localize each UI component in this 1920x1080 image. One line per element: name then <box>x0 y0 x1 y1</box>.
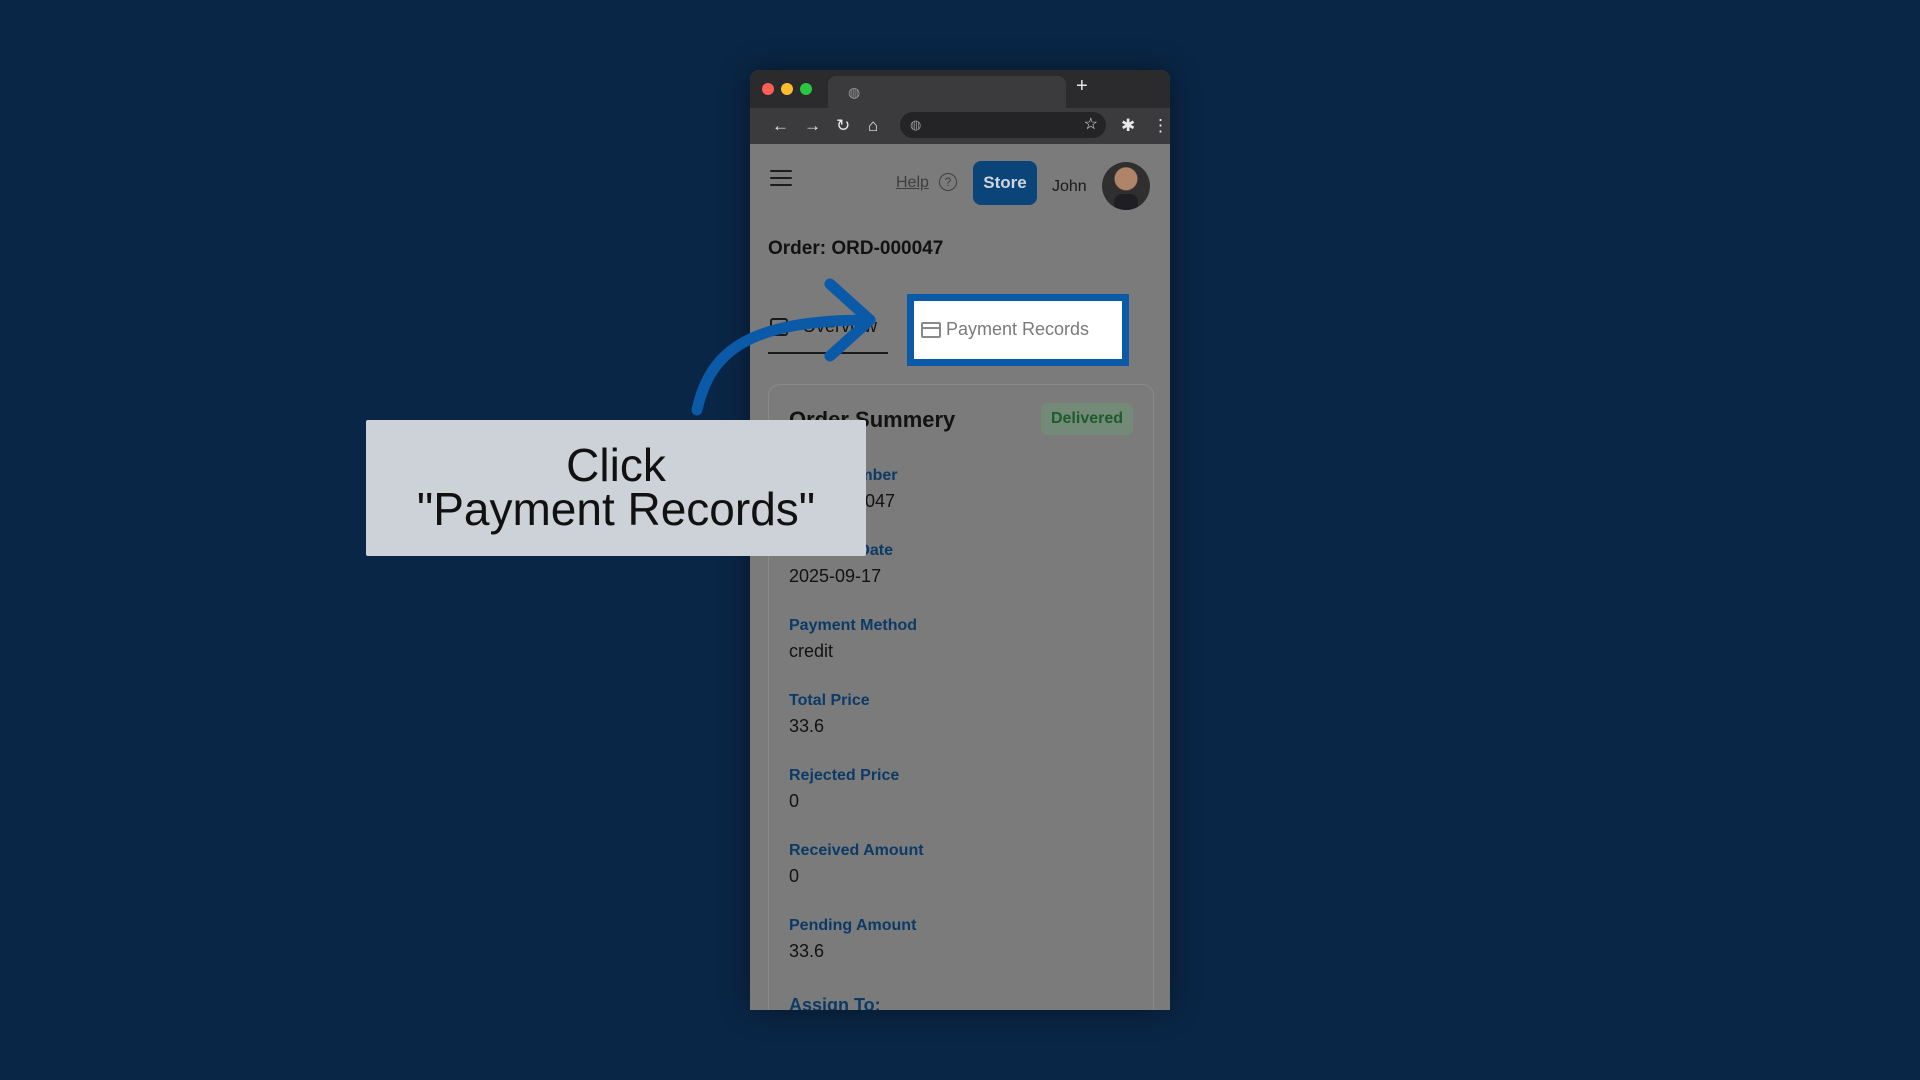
field-value: 2025-09-17 <box>789 566 882 586</box>
home-icon[interactable]: ⌂ <box>868 114 878 138</box>
bookmark-star-icon[interactable]: ☆ <box>1084 114 1098 134</box>
callout-line-1: Click <box>566 439 666 491</box>
tab-payment-records[interactable]: Payment Records <box>907 294 1129 366</box>
minimize-window-button[interactable] <box>781 83 793 95</box>
reload-icon[interactable]: ↻ <box>836 114 850 138</box>
hamburger-menu-icon[interactable] <box>770 170 792 191</box>
field-value: credit <box>789 641 834 661</box>
instruction-callout: Click "Payment Records" <box>366 420 866 556</box>
extensions-icon[interactable]: ✱ <box>1121 114 1135 138</box>
tab-payment-records-label: Payment Records <box>946 319 1090 339</box>
address-bar[interactable]: ◍ ☆ <box>900 112 1106 138</box>
help-link[interactable]: Help <box>896 174 929 192</box>
help-icon[interactable]: ? <box>939 173 957 191</box>
field-value: 0 <box>789 791 800 811</box>
store-button[interactable]: Store <box>973 161 1037 205</box>
browser-titlebar: ◍ + <box>750 70 1170 108</box>
back-icon[interactable]: ← <box>772 114 789 138</box>
field-value: 0 <box>789 866 800 886</box>
browser-toolbar: ← → ↻ ⌂ ◍ ☆ ✱ ⋮ <box>750 108 1170 144</box>
globe-icon: ◍ <box>848 84 861 100</box>
field-label: Rejected Price <box>789 767 900 784</box>
credit-card-icon <box>921 322 941 338</box>
field-label: Pending Amount <box>789 917 917 934</box>
menu-kebab-icon[interactable]: ⋮ <box>1152 114 1169 138</box>
pointer-arrow-icon <box>691 278 876 416</box>
callout-line-2: "Payment Records" <box>416 483 816 535</box>
user-name[interactable]: John <box>1052 178 1087 196</box>
close-window-button[interactable] <box>762 83 774 95</box>
new-tab-button[interactable]: + <box>1076 75 1088 98</box>
globe-icon: ◍ <box>910 117 922 132</box>
maximize-window-button[interactable] <box>800 83 812 95</box>
status-badge: Delivered <box>1041 403 1133 435</box>
field-label: Payment Method <box>789 617 918 634</box>
field-value: 33.6 <box>789 941 825 961</box>
assign-to-label: Assign To: <box>789 995 881 1010</box>
field-value: 33.6 <box>789 716 825 736</box>
field-label: Received Amount <box>789 842 924 859</box>
page-title: Order: ORD-000047 <box>768 238 944 259</box>
avatar[interactable] <box>1102 162 1150 210</box>
field-label: Total Price <box>789 692 870 709</box>
browser-tab[interactable]: ◍ <box>828 76 1066 108</box>
forward-icon[interactable]: → <box>804 114 821 138</box>
